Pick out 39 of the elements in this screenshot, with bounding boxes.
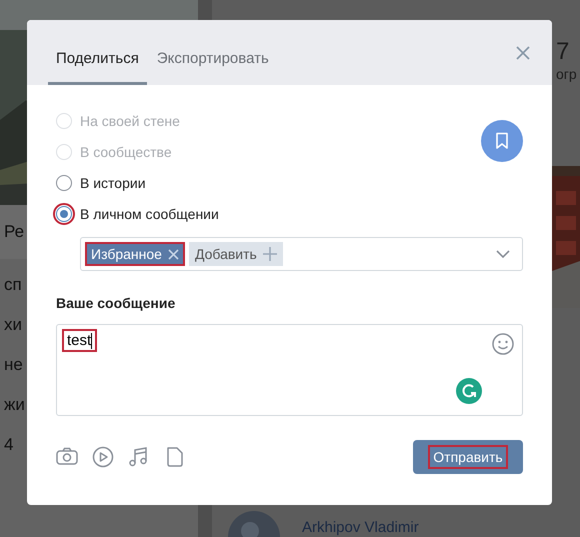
option-label: В личном сообщении	[80, 206, 219, 222]
camera-icon	[56, 446, 78, 468]
close-button[interactable]	[515, 44, 531, 60]
stat-label: огр	[556, 66, 577, 82]
recipient-field[interactable]: Избранное Добавить	[80, 237, 523, 271]
author-name[interactable]: Arkhipov Vladimir	[302, 519, 419, 536]
music-icon	[128, 446, 150, 468]
play-icon	[92, 446, 114, 468]
add-recipient-button[interactable]: Добавить	[188, 242, 283, 266]
close-icon	[515, 44, 531, 60]
play-button[interactable]	[92, 446, 114, 468]
smiley-icon	[492, 333, 514, 355]
option-label: На своей стене	[80, 112, 180, 128]
message-field[interactable]: test	[56, 324, 523, 416]
radio-button[interactable]	[56, 206, 72, 222]
remove-icon	[168, 248, 179, 260]
camera-button[interactable]	[56, 446, 78, 468]
radio-button[interactable]	[56, 174, 72, 190]
option-label: В истории	[80, 174, 146, 190]
menu-item[interactable]: жи	[4, 395, 25, 415]
bookmark-icon	[495, 132, 509, 150]
menu-item[interactable]: не	[4, 355, 23, 375]
menu-item[interactable]: Ре	[4, 222, 24, 242]
bookmark-button[interactable]	[481, 120, 523, 162]
menu-item[interactable]: 4	[4, 435, 14, 455]
option-label: В сообществе	[80, 144, 172, 160]
tab[interactable]: Экспортировать	[148, 20, 277, 85]
plus-icon	[262, 247, 277, 261]
recipient-chip[interactable]: Избранное	[85, 242, 185, 266]
emoji-button[interactable]	[492, 333, 514, 355]
field-label: Ваше сообщение	[56, 295, 176, 311]
menu-item[interactable]: сп	[4, 275, 22, 295]
music-button[interactable]	[128, 446, 150, 468]
send-button[interactable]: Отправить	[413, 440, 523, 474]
avatar-icon	[228, 511, 280, 537]
stat-value: 7	[556, 38, 570, 66]
chevron-down-icon	[496, 250, 510, 258]
tab[interactable]: Поделиться	[48, 20, 147, 85]
menu-item[interactable]: хи	[4, 315, 22, 335]
